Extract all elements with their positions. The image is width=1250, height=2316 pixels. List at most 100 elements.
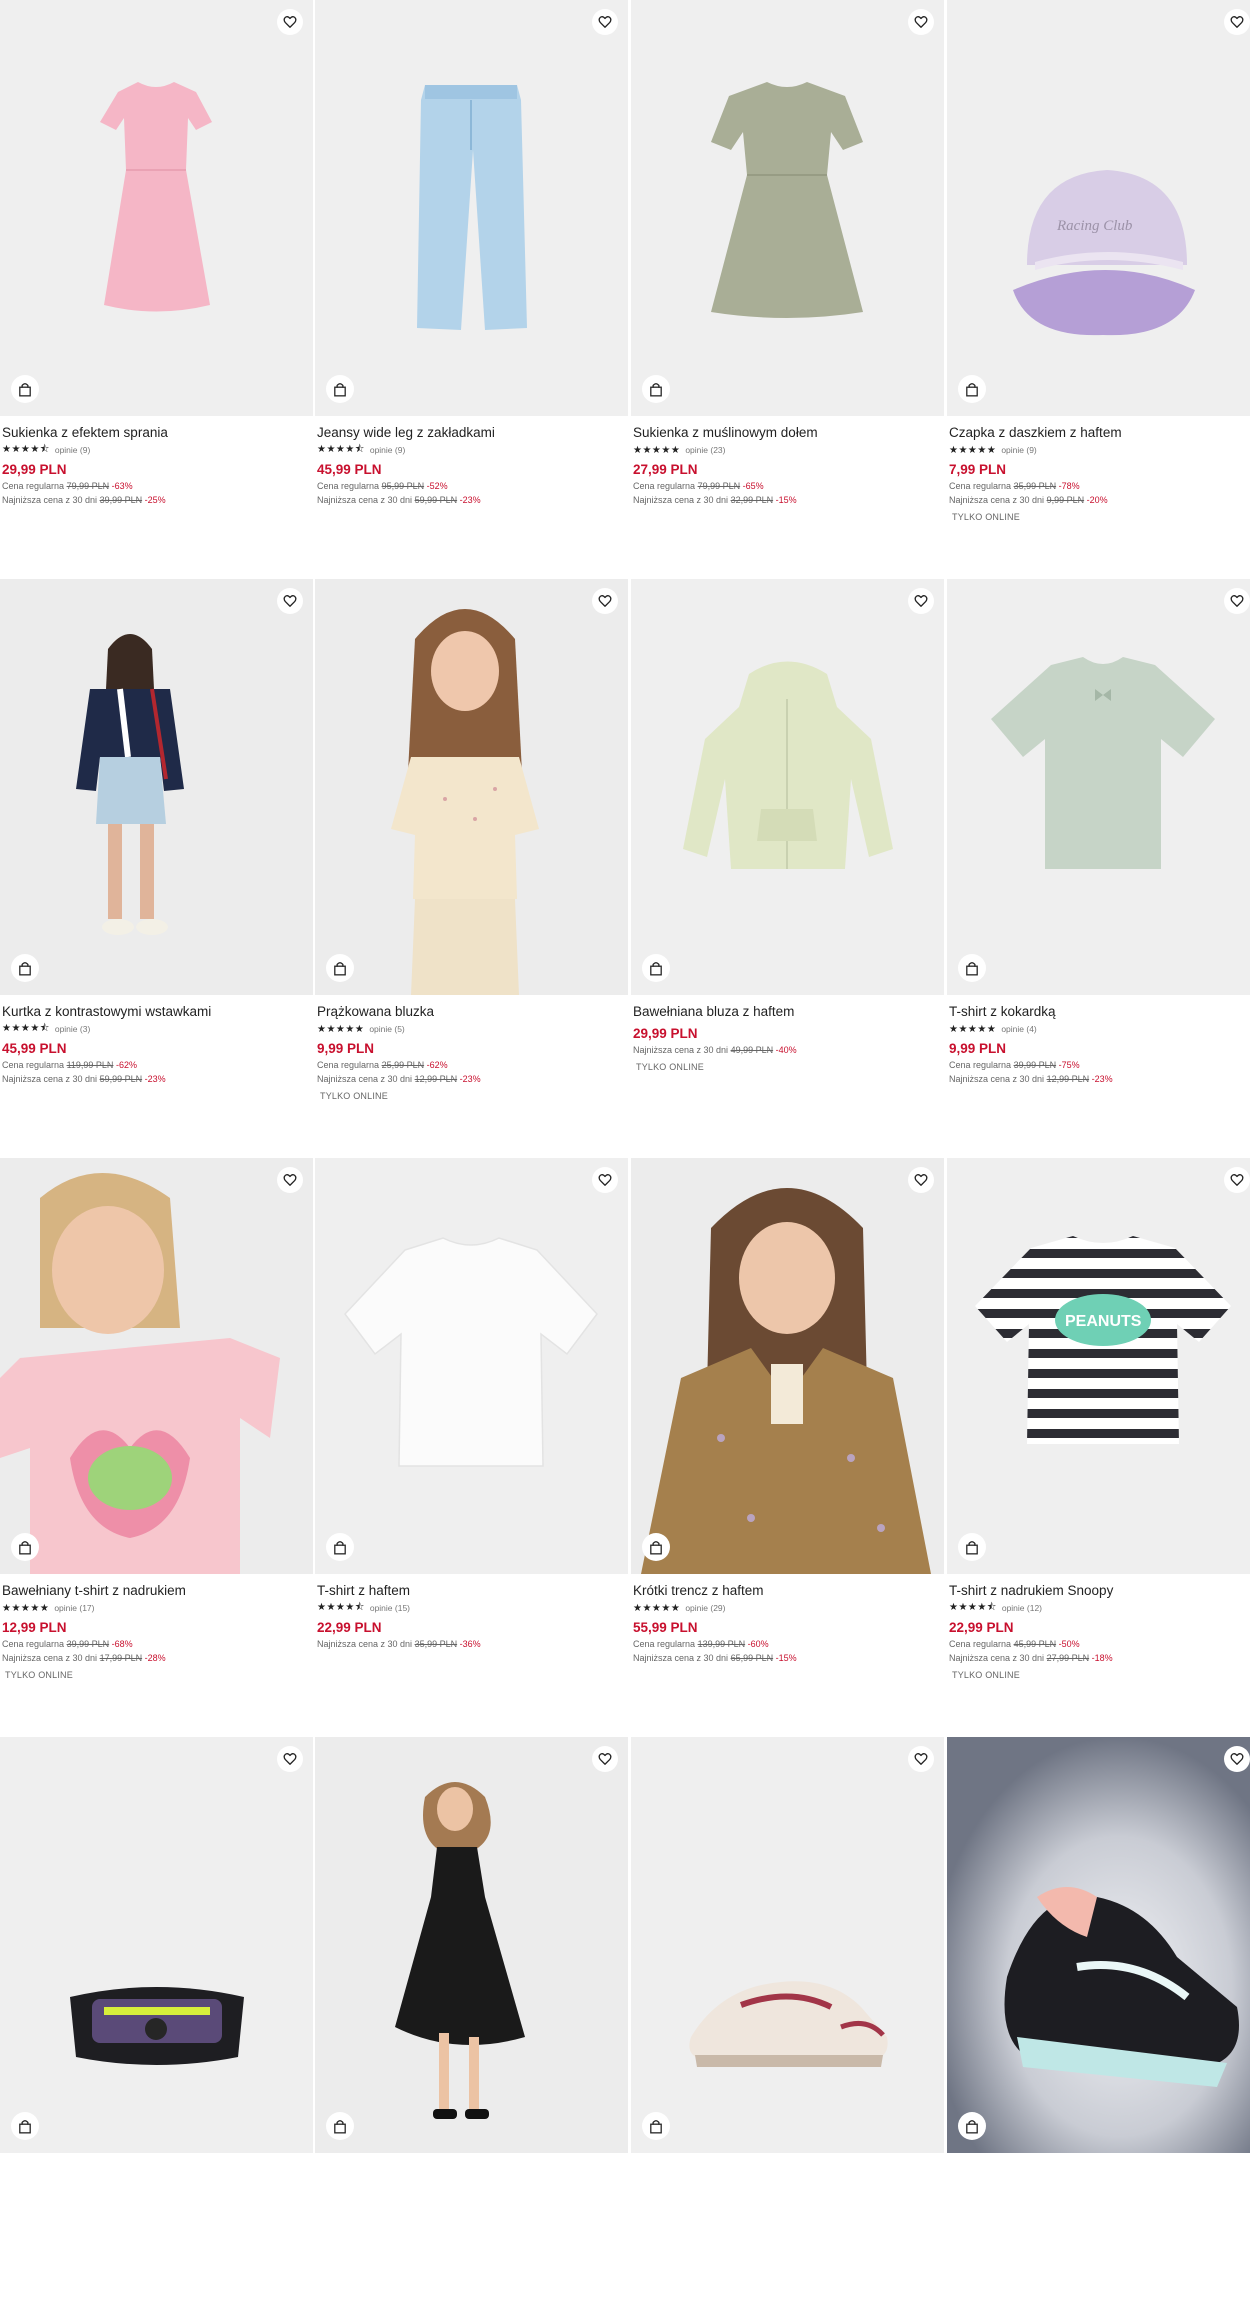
review-count[interactable]: opinie (9)	[370, 445, 405, 455]
regular-price-label: Cena regularna	[949, 1639, 1012, 1649]
heart-icon[interactable]	[592, 1167, 618, 1193]
review-count[interactable]: opinie (5)	[369, 1024, 404, 1034]
shopping-bag-icon[interactable]	[326, 1533, 354, 1561]
product-image[interactable]: Racing Club	[947, 0, 1250, 416]
shopping-bag-icon[interactable]	[642, 375, 670, 403]
shopping-bag-icon[interactable]	[642, 954, 670, 982]
lowest-discount: -28%	[144, 1653, 166, 1663]
shopping-bag-icon[interactable]	[642, 2112, 670, 2140]
heart-icon[interactable]	[908, 9, 934, 35]
product-name[interactable]: Bawełniana bluza z haftem	[633, 1003, 938, 1021]
shopping-bag-icon[interactable]	[11, 1533, 39, 1561]
heart-icon[interactable]	[908, 1746, 934, 1772]
shopping-bag-icon[interactable]	[326, 954, 354, 982]
lowest-price-label: Najniższa cena z 30 dni	[633, 1045, 729, 1055]
product-name[interactable]: Jeansy wide leg z zakładkami	[317, 424, 622, 442]
product-image[interactable]	[0, 579, 313, 995]
review-count[interactable]: opinie (9)	[55, 445, 90, 455]
product-image[interactable]	[631, 1158, 944, 1574]
heart-icon[interactable]	[592, 9, 618, 35]
product-image[interactable]	[631, 0, 944, 416]
product-name[interactable]: T-shirt z haftem	[317, 1582, 622, 1600]
rating-stars-icon: ★★★★⯪	[317, 443, 365, 455]
review-count[interactable]: opinie (23)	[685, 445, 725, 455]
product-card[interactable]: Jeansy wide leg z zakładkami ★★★★⯪ opinie …	[315, 0, 628, 579]
product-card[interactable]: Prążkowana bluzka ★★★★★ opinie (5) 9,99 PLN…	[315, 579, 628, 1158]
review-count[interactable]: opinie (15)	[370, 1603, 410, 1613]
product-card[interactable]: Bawełniany t-shirt z nadrukiem ★★★★★ opini…	[0, 1158, 313, 1737]
product-price: 7,99 PLN	[949, 462, 1007, 477]
lowest-price-label: Najniższa cena z 30 dni	[633, 495, 729, 505]
product-name[interactable]: Kurtka z kontrastowymi wstawkami	[2, 1003, 307, 1021]
product-card[interactable]	[947, 1737, 1250, 2316]
product-card[interactable]: Bawełniana bluza z haftem 29,99 PLN Najniż…	[631, 579, 944, 1158]
shopping-bag-icon[interactable]	[326, 2112, 354, 2140]
heart-icon[interactable]	[908, 1167, 934, 1193]
product-image[interactable]	[947, 1737, 1250, 2153]
product-card[interactable]: Racing Club Czapka z daszkiem z haftem ★★★…	[947, 0, 1250, 579]
review-count[interactable]: opinie (4)	[1001, 1024, 1036, 1034]
shopping-bag-icon[interactable]	[958, 954, 986, 982]
product-card[interactable]	[0, 1737, 313, 2316]
shopping-bag-icon[interactable]	[11, 375, 39, 403]
product-image[interactable]	[315, 579, 628, 995]
product-card[interactable]: PEANUTS T-shirt z nadrukiem Snoopy ★★★★⯪ op…	[947, 1158, 1250, 1737]
product-name[interactable]: T-shirt z kokardką	[949, 1003, 1250, 1021]
heart-icon[interactable]	[592, 1746, 618, 1772]
product-card[interactable]: Sukienka z efektem sprania ★★★★⯪ opinie (9…	[0, 0, 313, 579]
product-image[interactable]	[631, 1737, 944, 2153]
heart-icon[interactable]	[1224, 9, 1250, 35]
product-card[interactable]: Krótki trencz z haftem ★★★★★ opinie (29) 55…	[631, 1158, 944, 1737]
lowest-price-line: Najniższa cena z 30 dni 17,99 PLN -28%	[2, 1651, 307, 1665]
product-image[interactable]	[947, 579, 1250, 995]
heart-icon[interactable]	[277, 1746, 303, 1772]
shopping-bag-icon[interactable]	[958, 2112, 986, 2140]
heart-icon[interactable]	[1224, 588, 1250, 614]
product-row: Sukienka z efektem sprania ★★★★⯪ opinie (9…	[0, 0, 1250, 579]
review-count[interactable]: opinie (29)	[685, 1603, 725, 1613]
review-count[interactable]: opinie (3)	[55, 1024, 90, 1034]
product-image[interactable]	[631, 579, 944, 995]
shopping-bag-icon[interactable]	[11, 2112, 39, 2140]
product-name[interactable]: T-shirt z nadrukiem Snoopy	[949, 1582, 1250, 1600]
product-card[interactable]: T-shirt z haftem ★★★★⯪ opinie (15) 22,99 PL…	[315, 1158, 628, 1737]
product-image[interactable]	[315, 1158, 628, 1574]
product-name[interactable]: Prążkowana bluzka	[317, 1003, 622, 1021]
lowest-price-label: Najniższa cena z 30 dni	[317, 1639, 413, 1649]
heart-icon[interactable]	[277, 588, 303, 614]
product-card[interactable]: Sukienka z muślinowym dołem ★★★★★ opinie (…	[631, 0, 944, 579]
product-image[interactable]	[0, 1737, 313, 2153]
product-name[interactable]: Krótki trencz z haftem	[633, 1582, 938, 1600]
product-image[interactable]: PEANUTS	[947, 1158, 1250, 1574]
product-card[interactable]: Kurtka z kontrastowymi wstawkami ★★★★⯪ opi…	[0, 579, 313, 1158]
heart-icon[interactable]	[277, 9, 303, 35]
product-image[interactable]	[0, 0, 313, 416]
product-image[interactable]	[0, 1158, 313, 1574]
shopping-bag-icon[interactable]	[958, 1533, 986, 1561]
product-card[interactable]: T-shirt z kokardką ★★★★★ opinie (4) 9,99 PL…	[947, 579, 1250, 1158]
shopping-bag-icon[interactable]	[642, 1533, 670, 1561]
heart-icon[interactable]	[1224, 1746, 1250, 1772]
product-image[interactable]	[315, 1737, 628, 2153]
review-count[interactable]: opinie (9)	[1001, 445, 1036, 455]
product-info: T-shirt z kokardką ★★★★★ opinie (4) 9,99 PL…	[949, 1003, 1250, 1086]
review-count[interactable]: opinie (12)	[1002, 1603, 1042, 1613]
shopping-bag-icon[interactable]	[958, 375, 986, 403]
review-count[interactable]: opinie (17)	[54, 1603, 94, 1613]
heart-icon[interactable]	[908, 588, 934, 614]
product-rating: ★★★★⯪ opinie (12)	[949, 1601, 1250, 1615]
product-card[interactable]	[315, 1737, 628, 2316]
shopping-bag-icon[interactable]	[326, 375, 354, 403]
product-name[interactable]: Sukienka z efektem sprania	[2, 424, 307, 442]
product-name[interactable]: Czapka z daszkiem z haftem	[949, 424, 1250, 442]
product-name[interactable]: Sukienka z muślinowym dołem	[633, 424, 938, 442]
product-image[interactable]	[315, 0, 628, 416]
shopping-bag-icon[interactable]	[11, 954, 39, 982]
heart-icon[interactable]	[592, 588, 618, 614]
heart-icon[interactable]	[1224, 1167, 1250, 1193]
product-card[interactable]	[631, 1737, 944, 2316]
regular-price-label: Cena regularna	[949, 1060, 1012, 1070]
product-name[interactable]: Bawełniany t-shirt z nadrukiem	[2, 1582, 307, 1600]
product-rating: ★★★★⯪ opinie (9)	[2, 443, 307, 457]
heart-icon[interactable]	[277, 1167, 303, 1193]
